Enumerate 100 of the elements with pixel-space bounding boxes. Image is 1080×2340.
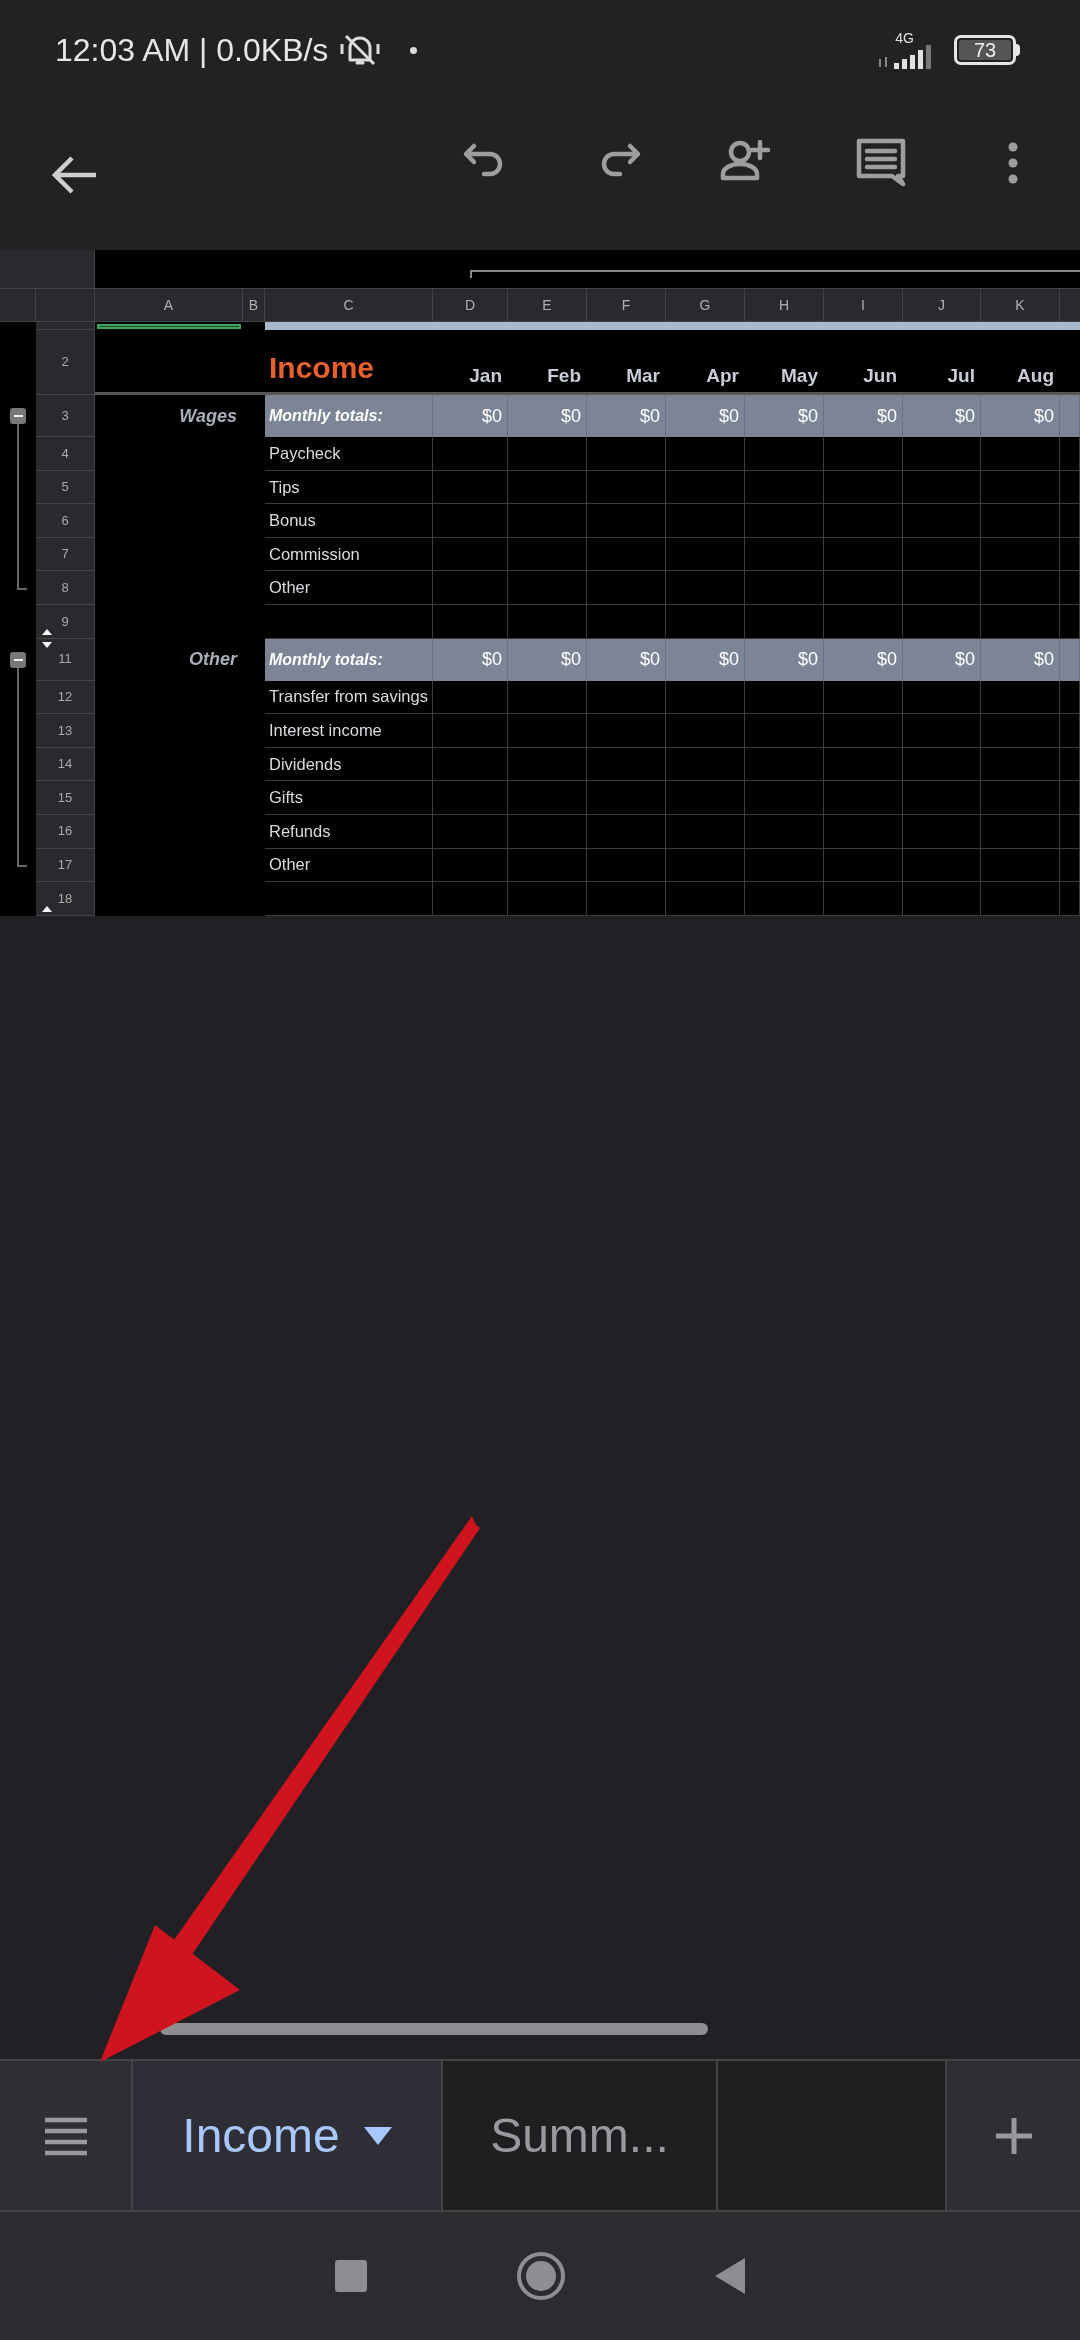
table-cell[interactable] bbox=[433, 747, 508, 782]
table-cell[interactable] bbox=[1060, 638, 1080, 681]
row-header[interactable]: 3 bbox=[36, 395, 95, 437]
table-cell[interactable] bbox=[508, 470, 587, 505]
table-cell[interactable] bbox=[508, 848, 587, 883]
table-cell[interactable] bbox=[433, 714, 508, 748]
table-cell[interactable] bbox=[903, 714, 981, 748]
table-cell[interactable] bbox=[903, 537, 981, 572]
table-cell[interactable] bbox=[824, 781, 903, 815]
table-cell[interactable] bbox=[903, 848, 981, 883]
total-value[interactable]: $0 bbox=[745, 638, 824, 681]
selected-range[interactable] bbox=[97, 323, 241, 329]
table-cell[interactable] bbox=[745, 781, 824, 815]
table-cell[interactable] bbox=[981, 781, 1060, 815]
total-value[interactable]: $0 bbox=[745, 395, 824, 437]
column-header[interactable]: F bbox=[587, 289, 666, 321]
item-label[interactable]: Bonus bbox=[265, 504, 433, 538]
table-cell[interactable] bbox=[508, 882, 587, 916]
table-cell[interactable] bbox=[587, 604, 666, 639]
row-header[interactable]: 8 bbox=[36, 571, 95, 605]
table-cell[interactable] bbox=[745, 882, 824, 916]
table-cell[interactable] bbox=[1060, 504, 1080, 538]
table-cell[interactable] bbox=[1060, 604, 1080, 639]
item-label[interactable]: Commission bbox=[265, 537, 433, 572]
table-cell[interactable] bbox=[666, 714, 745, 748]
table-cell[interactable] bbox=[745, 571, 824, 605]
table-cell[interactable] bbox=[508, 537, 587, 572]
table-cell[interactable] bbox=[745, 437, 824, 471]
table-cell[interactable] bbox=[1060, 814, 1080, 849]
column-header[interactable]: G bbox=[666, 289, 745, 321]
table-cell[interactable] bbox=[824, 714, 903, 748]
recents-button[interactable] bbox=[335, 2260, 367, 2292]
row-header[interactable]: 6 bbox=[36, 504, 95, 538]
table-cell[interactable] bbox=[1060, 470, 1080, 505]
total-value[interactable]: $0 bbox=[903, 395, 981, 437]
group-label[interactable]: Wages bbox=[95, 395, 243, 437]
row-header[interactable]: 9 bbox=[36, 604, 95, 639]
total-value[interactable]: $0 bbox=[981, 395, 1060, 437]
row-header[interactable]: 7 bbox=[36, 537, 95, 572]
table-cell[interactable] bbox=[745, 814, 824, 849]
table-cell[interactable] bbox=[1060, 781, 1080, 815]
collapse-group-button[interactable] bbox=[10, 408, 26, 424]
totals-label[interactable]: Monthly totals: bbox=[265, 638, 433, 681]
sheet-tab[interactable]: Income bbox=[133, 2061, 443, 2210]
table-cell[interactable] bbox=[981, 437, 1060, 471]
row-header[interactable]: 15 bbox=[36, 781, 95, 815]
table-cell[interactable] bbox=[981, 537, 1060, 572]
item-label[interactable]: Other bbox=[265, 848, 433, 883]
table-cell[interactable] bbox=[587, 882, 666, 916]
row-header[interactable]: 13 bbox=[36, 714, 95, 748]
table-cell[interactable] bbox=[433, 848, 508, 883]
total-value[interactable]: $0 bbox=[666, 638, 745, 681]
table-cell[interactable] bbox=[433, 604, 508, 639]
table-cell[interactable] bbox=[433, 814, 508, 849]
table-cell[interactable] bbox=[745, 714, 824, 748]
group-label[interactable]: Other bbox=[95, 638, 243, 681]
row-header[interactable]: 12 bbox=[36, 680, 95, 715]
item-label[interactable]: Gifts bbox=[265, 781, 433, 815]
hidden-rows-arrow-icon[interactable] bbox=[42, 641, 52, 648]
column-header[interactable]: C bbox=[265, 289, 433, 321]
table-cell[interactable] bbox=[903, 747, 981, 782]
table-cell[interactable] bbox=[903, 571, 981, 605]
row-header[interactable]: 5 bbox=[36, 470, 95, 505]
table-cell[interactable] bbox=[508, 604, 587, 639]
row-header[interactable]: 17 bbox=[36, 848, 95, 883]
column-header[interactable]: E bbox=[508, 289, 587, 321]
table-cell[interactable] bbox=[433, 504, 508, 538]
table-cell[interactable] bbox=[745, 604, 824, 639]
table-cell[interactable] bbox=[433, 781, 508, 815]
column-header[interactable]: D bbox=[433, 289, 508, 321]
table-cell[interactable] bbox=[666, 604, 745, 639]
table-cell[interactable] bbox=[587, 470, 666, 505]
table-cell[interactable] bbox=[903, 604, 981, 639]
row-header[interactable]: 4 bbox=[36, 437, 95, 471]
column-group-bracket[interactable] bbox=[470, 270, 1080, 278]
table-cell[interactable] bbox=[981, 747, 1060, 782]
total-value[interactable]: $0 bbox=[824, 638, 903, 681]
table-cell[interactable] bbox=[824, 437, 903, 471]
table-cell[interactable] bbox=[666, 781, 745, 815]
table-cell[interactable] bbox=[433, 470, 508, 505]
total-value[interactable]: $0 bbox=[824, 395, 903, 437]
table-cell[interactable] bbox=[903, 470, 981, 505]
row-header[interactable] bbox=[36, 322, 95, 330]
item-label[interactable]: Interest income bbox=[265, 714, 433, 748]
total-value[interactable]: $0 bbox=[587, 395, 666, 437]
table-cell[interactable] bbox=[903, 814, 981, 849]
table-cell[interactable] bbox=[508, 437, 587, 471]
column-header[interactable]: I bbox=[824, 289, 903, 321]
scrollbar[interactable] bbox=[160, 2023, 708, 2035]
total-value[interactable]: $0 bbox=[981, 638, 1060, 681]
table-cell[interactable] bbox=[587, 781, 666, 815]
table-cell[interactable] bbox=[981, 470, 1060, 505]
table-cell[interactable] bbox=[666, 470, 745, 505]
table-cell[interactable] bbox=[666, 848, 745, 883]
table-cell[interactable] bbox=[981, 814, 1060, 849]
table-cell[interactable] bbox=[508, 680, 587, 715]
collapse-group-button[interactable] bbox=[10, 651, 26, 668]
table-cell[interactable] bbox=[587, 504, 666, 538]
table-cell[interactable] bbox=[508, 504, 587, 538]
table-cell[interactable] bbox=[745, 470, 824, 505]
